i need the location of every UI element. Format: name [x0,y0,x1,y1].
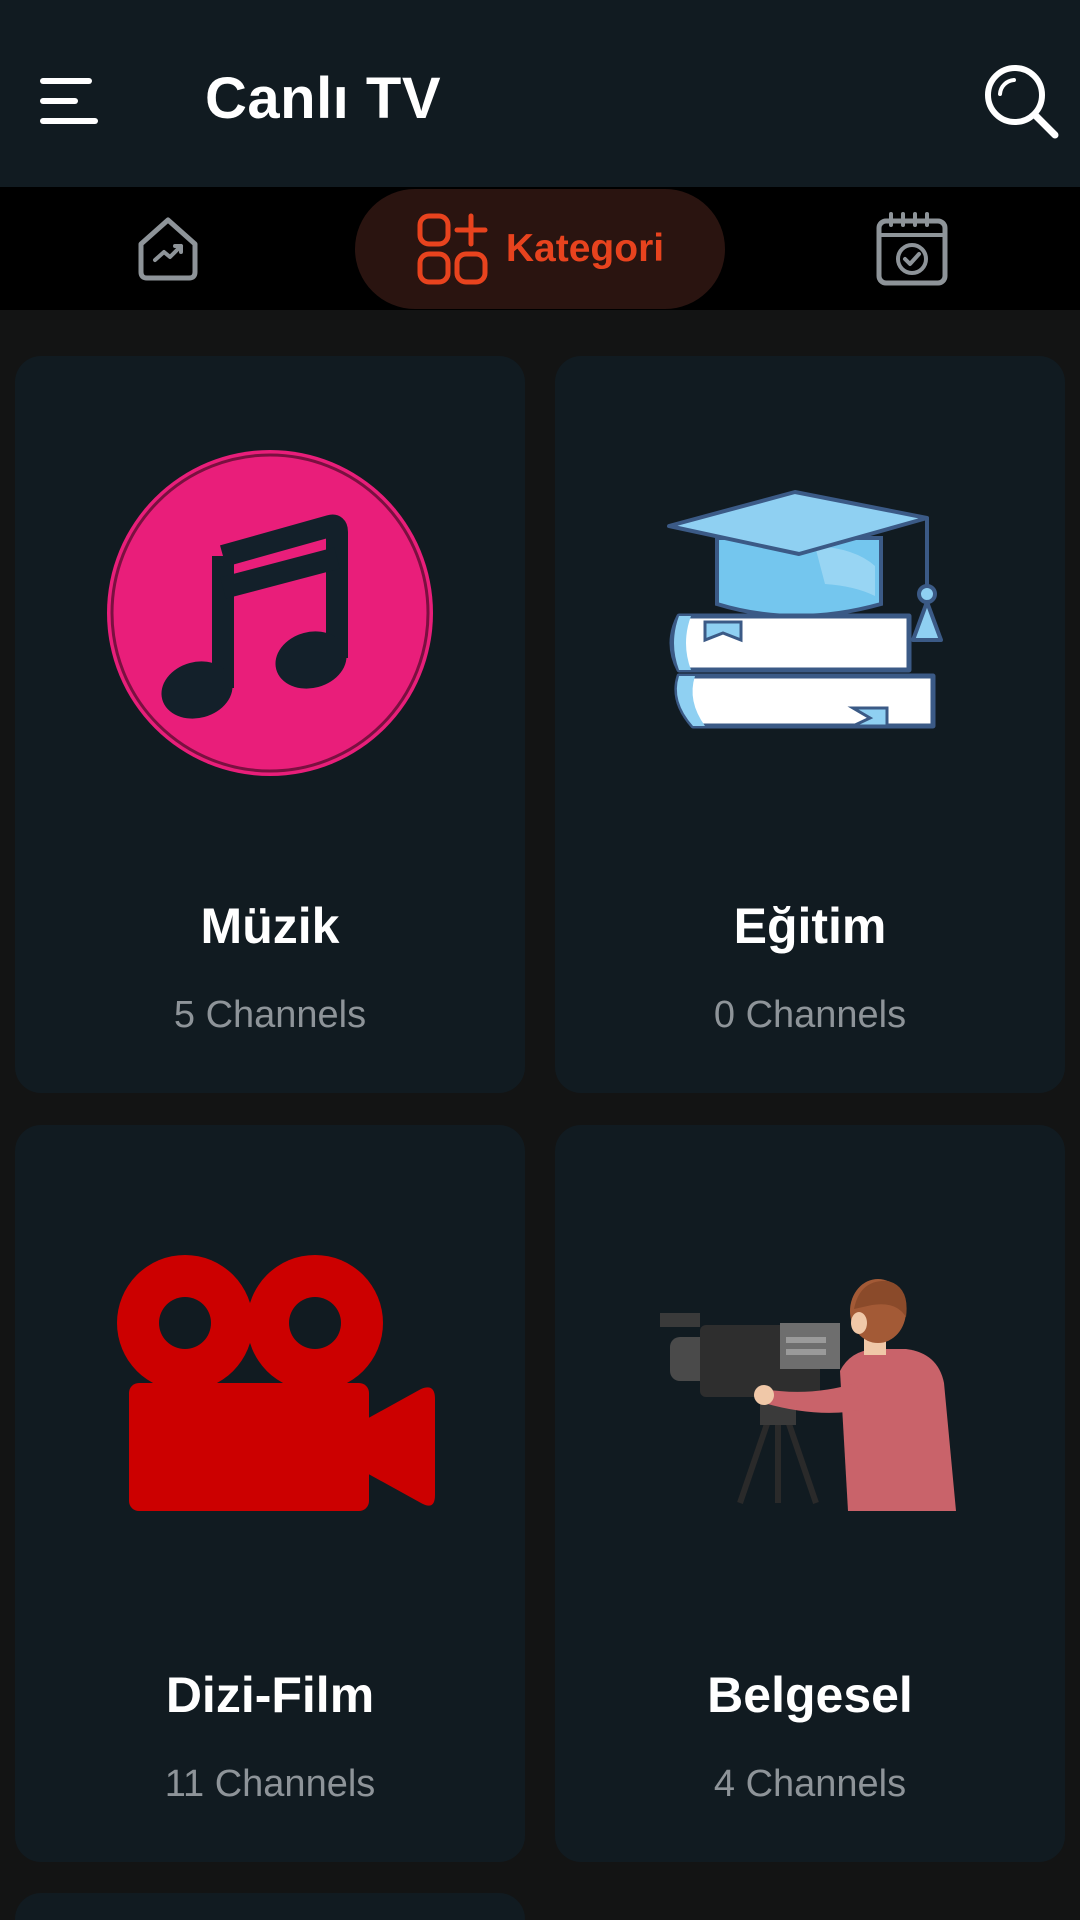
category-title: Dizi-Film [165,1667,375,1723]
category-channel-count: 11 Channels [164,1763,376,1805]
category-channel-count: 0 Channels [713,994,907,1036]
music-note-icon [15,448,525,778]
category-card-partial[interactable] [15,1893,525,1920]
app-bar: Canlı TV [0,0,1080,187]
graduation-books-icon [555,486,1065,736]
tab-category-label: Kategori [505,227,665,270]
category-card-egitim[interactable]: Eğitim 0 Channels [555,356,1065,1093]
category-title: Eğitim [733,898,887,954]
tab-bar: Kategori [0,187,1080,310]
category-title: Belgesel [707,1667,913,1723]
tab-category[interactable]: Kategori [355,189,725,309]
page-title: Canlı TV [205,66,442,131]
calendar-check-icon [876,211,948,285]
category-channel-count: 5 Channels [173,994,367,1036]
tab-schedule[interactable] [862,187,962,310]
trending-icon [138,217,198,280]
movie-camera-icon [15,1253,525,1513]
category-grid-icon [417,213,488,285]
category-card-dizi-film[interactable]: Dizi-Film 11 Channels [15,1125,525,1862]
category-card-belgesel[interactable]: Belgesel 4 Channels [555,1125,1065,1862]
category-card-muzik[interactable]: Müzik 5 Channels [15,356,525,1093]
search-icon[interactable] [982,62,1060,140]
menu-icon[interactable] [40,78,100,124]
category-title: Müzik [200,898,340,954]
cameraman-icon [555,1253,1065,1513]
tab-trending[interactable] [118,187,218,310]
category-channel-count: 4 Channels [713,1763,907,1805]
